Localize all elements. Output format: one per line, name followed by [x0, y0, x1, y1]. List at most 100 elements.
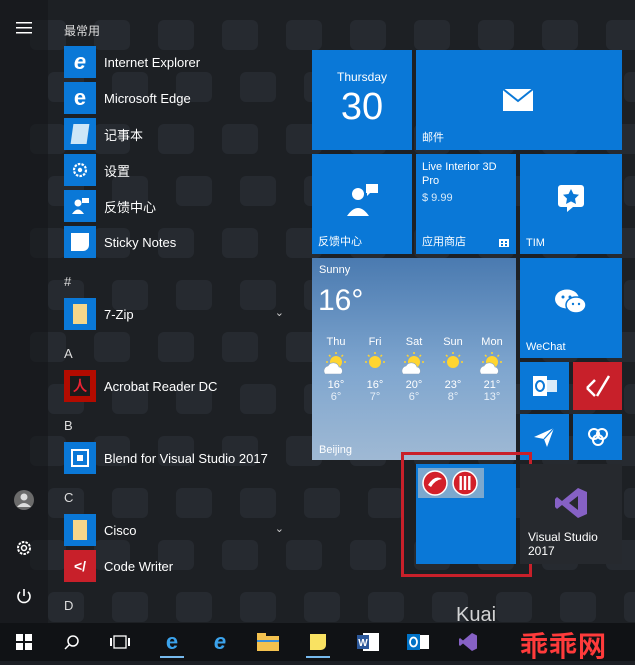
desktop-blur: [368, 488, 404, 518]
watermark-text: Kuai: [456, 604, 497, 626]
taskbar-outlook[interactable]: [402, 626, 434, 658]
desktop-blur: [624, 280, 635, 310]
cloud-tile[interactable]: [573, 414, 622, 460]
weather-condition: Sunny: [319, 264, 351, 276]
feedback-icon: [64, 190, 96, 222]
app-item-sticky-notes[interactable]: Sticky Notes: [64, 226, 292, 258]
folder-icon: [64, 298, 96, 330]
code-writer-icon: [586, 375, 611, 397]
taskbar-word[interactable]: W: [352, 626, 384, 658]
group-letter-a[interactable]: A: [64, 346, 73, 361]
taskbar-file-explorer[interactable]: [252, 626, 284, 658]
group-letter-d[interactable]: D: [64, 598, 73, 613]
taskbar: e e W Kuai 乖乖网: [0, 604, 635, 662]
edge-icon: e: [64, 82, 96, 114]
outlook-tile[interactable]: [520, 362, 569, 410]
taskbar-visual-studio[interactable]: [452, 626, 484, 658]
desktop-blur: [542, 20, 578, 50]
folder-icon: [64, 514, 96, 546]
outlook-icon: [533, 376, 557, 396]
forecast-day: Fri 16° 7°: [355, 336, 395, 403]
folder-icon: [257, 633, 279, 651]
chevron-down-icon[interactable]: ⌄: [275, 522, 284, 535]
sun-cloud-icon: [401, 352, 424, 375]
desktop-blur: [496, 592, 532, 622]
tim-icon: [558, 185, 584, 212]
visual-studio-tile[interactable]: Visual Studio 2017: [520, 464, 622, 564]
store-price: $ 9.99: [422, 192, 453, 204]
calendar-tile[interactable]: Thursday 30: [312, 50, 412, 150]
app-item-settings[interactable]: 设置: [64, 154, 292, 186]
app-item-notepad[interactable]: 记事本: [64, 118, 292, 150]
mail-tile[interactable]: 邮件: [416, 50, 622, 150]
wechat-tile[interactable]: WeChat: [520, 258, 622, 358]
forecast-day-name: Sun: [443, 336, 463, 348]
power-icon[interactable]: [8, 580, 40, 612]
weather-tile[interactable]: Sunny 16° Beijing Thu 16° 6° Fri 16° 7° Sat 20°…: [312, 258, 516, 460]
forecast-day-name: Sat: [405, 336, 423, 348]
forecast-high: 23°: [444, 379, 462, 391]
chevron-down-icon[interactable]: ⌄: [275, 306, 284, 319]
forecast-high: 16°: [327, 379, 345, 391]
start-button[interactable]: [8, 626, 40, 658]
app-item-blend[interactable]: Blend for Visual Studio 2017: [64, 442, 292, 474]
cloud-icon: [588, 428, 608, 446]
svg-text:W: W: [358, 638, 368, 649]
task-view-button[interactable]: [104, 626, 136, 658]
gear-icon[interactable]: [8, 532, 40, 564]
tim-tile[interactable]: TIM: [520, 154, 622, 254]
highlight-box: [401, 452, 532, 577]
app-item-label: Acrobat Reader DC: [104, 378, 218, 394]
sticky-notes-icon: [64, 226, 96, 258]
search-button[interactable]: [56, 626, 88, 658]
taskbar-sticky-notes[interactable]: [302, 626, 334, 658]
acrobat-icon: 人: [64, 370, 96, 402]
taskbar-internet-explorer[interactable]: e: [204, 626, 236, 658]
desktop-blur: [368, 592, 404, 622]
forecast-high: 21°: [483, 379, 501, 391]
store-tile[interactable]: Live Interior 3D Pro $ 9.99 应用商店: [416, 154, 516, 254]
app-item-microsoft-edge[interactable]: e Microsoft Edge: [64, 82, 292, 114]
app-item-label: Sticky Notes: [104, 234, 177, 250]
forecast-day-name: Mon: [481, 336, 503, 348]
desktop-blur: [624, 384, 635, 414]
desktop-blur: [560, 592, 596, 622]
app-item-internet-explorer[interactable]: e Internet Explorer: [64, 46, 292, 78]
app-item-cisco[interactable]: Cisco ⌄: [64, 514, 292, 546]
taskbar-edge[interactable]: e: [156, 626, 188, 658]
app-item-label: 7-Zip: [104, 306, 134, 322]
user-icon[interactable]: [8, 484, 40, 516]
sun-cloud-icon: [323, 352, 346, 375]
group-letter-c[interactable]: C: [64, 490, 73, 505]
notepad-icon: [64, 118, 96, 150]
group-letter-b[interactable]: B: [64, 418, 73, 433]
watermark-brand: 乖乖网: [520, 631, 608, 662]
store-label: 应用商店: [422, 236, 466, 248]
forecast-day: Sun 23° 8°: [433, 336, 473, 403]
group-letter-hash[interactable]: #: [64, 274, 71, 289]
desktop-blur: [478, 20, 514, 50]
forecast-day: Mon 21° 13°: [472, 336, 512, 403]
forecast-day: Sat 20° 6°: [394, 336, 434, 403]
app-item-acrobat[interactable]: 人 Acrobat Reader DC: [64, 370, 292, 402]
app-item-label: Code Writer: [104, 558, 174, 574]
desktop-blur: [624, 488, 635, 518]
app-item-code-writer[interactable]: </ Code Writer: [64, 550, 292, 582]
app-item-label: Cisco: [104, 522, 137, 538]
sun-cloud-icon: [443, 352, 463, 368]
visual-studio-icon: [459, 633, 477, 651]
code-writer-tile[interactable]: [573, 362, 622, 410]
tim-label: TIM: [526, 237, 545, 249]
settings-icon: [64, 154, 96, 186]
feedback-tile[interactable]: 反馈中心: [312, 154, 412, 254]
app-item-feedback[interactable]: 反馈中心: [64, 190, 292, 222]
app-item-label: 记事本: [104, 127, 144, 143]
sticky-notes-icon: [310, 634, 326, 650]
app-item-7zip[interactable]: 7-Zip ⌄: [64, 298, 292, 330]
wechat-label: WeChat: [526, 341, 566, 353]
app-item-label: 设置: [104, 163, 131, 179]
edge-icon: e: [165, 629, 179, 654]
hamburger-icon[interactable]: [8, 12, 40, 44]
forecast-low: 13°: [483, 391, 501, 403]
code-writer-icon: </: [64, 550, 96, 582]
